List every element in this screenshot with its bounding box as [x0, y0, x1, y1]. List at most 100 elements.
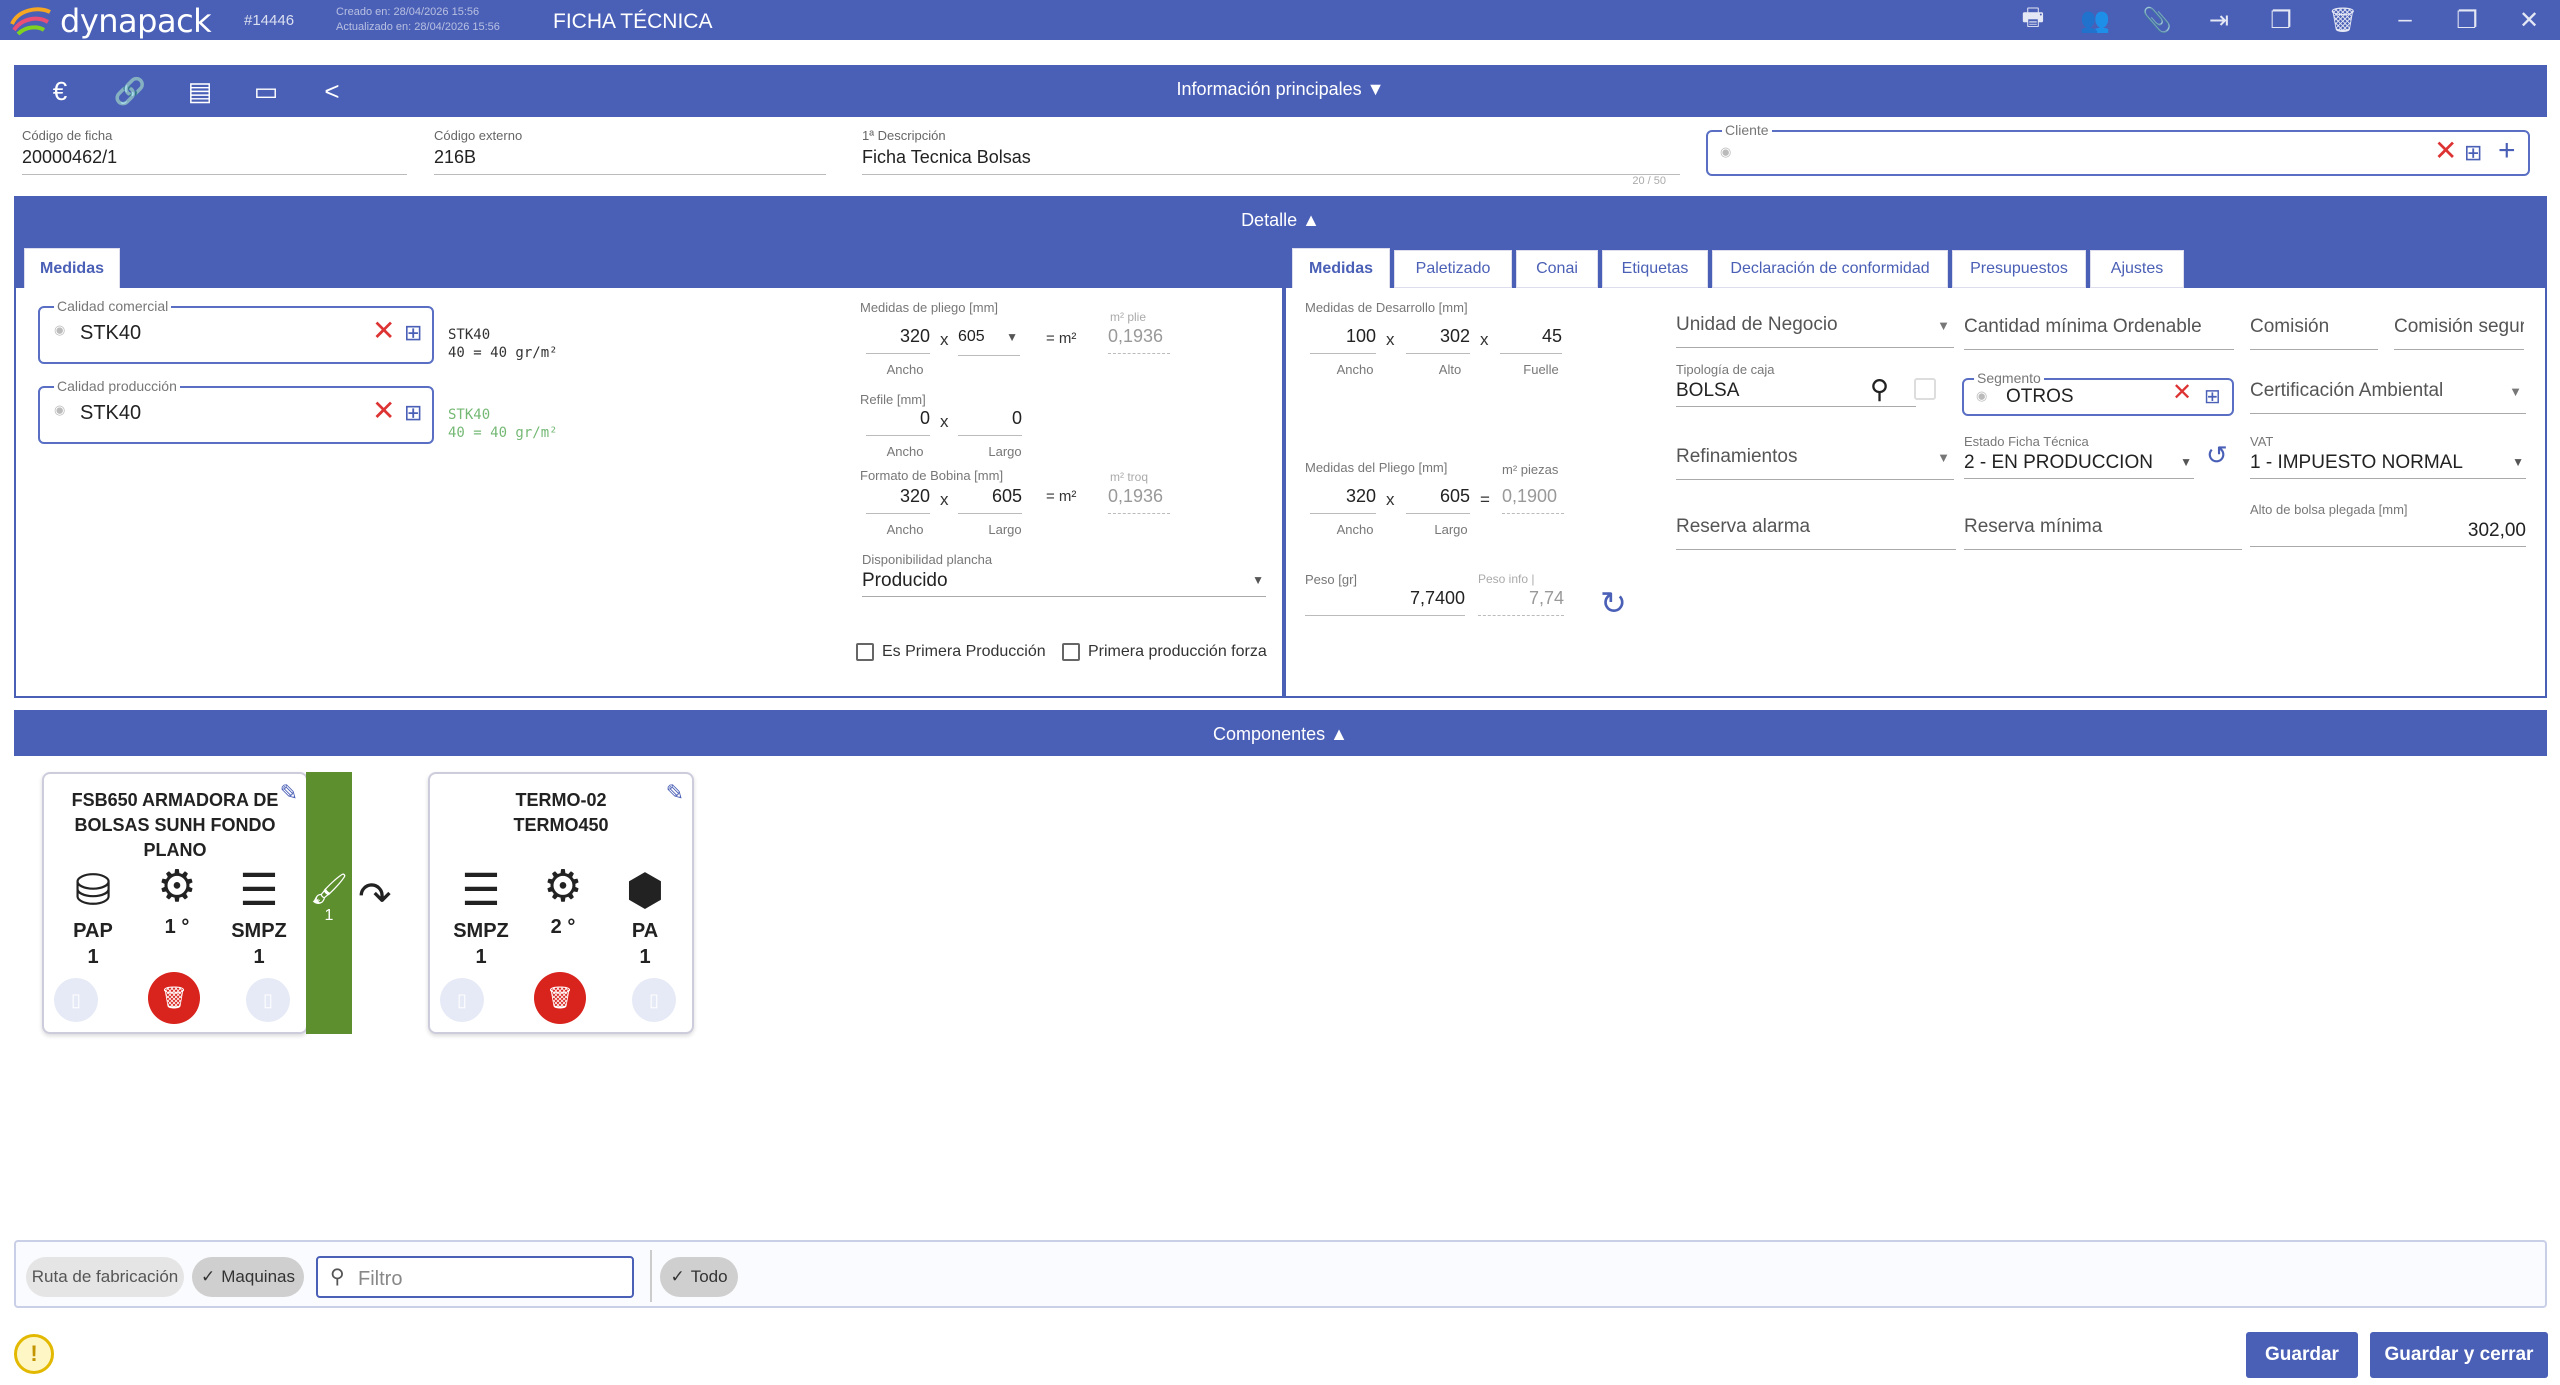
disponibilidad-select[interactable]: Producido ▼: [862, 567, 1266, 597]
add-cliente-icon[interactable]: +: [2498, 134, 2516, 168]
info-section-toggle[interactable]: Información principales ▼: [14, 79, 2547, 100]
eye-icon[interactable]: ◉: [54, 402, 65, 418]
print-icon[interactable]: 🖶: [2002, 0, 2064, 40]
pliego2-ancho-input[interactable]: 320: [1310, 486, 1376, 514]
tab-left-medidas[interactable]: Medidas: [24, 248, 120, 288]
calidad-comercial-value[interactable]: STK40: [80, 322, 141, 345]
copy-icon[interactable]: ❐: [2250, 0, 2312, 40]
checkbox-icon[interactable]: [1062, 643, 1080, 661]
pliego2-largo-input[interactable]: 605: [1406, 486, 1470, 514]
delete-component-button[interactable]: 🗑: [148, 972, 200, 1024]
bobina-ancho-input[interactable]: 320: [866, 486, 930, 514]
filter-input[interactable]: ⚲ Filtro: [316, 1256, 634, 1298]
segmento-field[interactable]: Segmento ◉ OTROS ✕ ⊞: [1962, 370, 2234, 416]
calidad-comercial-field[interactable]: Calidad comercial ◉ STK40 ✕ ⊞: [38, 298, 434, 364]
codigo-ficha-value[interactable]: 20000462/1: [22, 143, 407, 175]
document-icon[interactable]: ▯: [632, 978, 676, 1022]
cliente-field[interactable]: Cliente ◉ ✕ ⊞ +: [1706, 122, 2530, 176]
todo-chip[interactable]: ✓ Todo: [660, 1257, 738, 1297]
calidad-produccion-field[interactable]: Calidad producción ◉ STK40 ✕ ⊞: [38, 378, 434, 444]
checkbox-icon[interactable]: [856, 643, 874, 661]
refile-ancho-input[interactable]: 0: [866, 408, 930, 436]
clear-segmento-icon[interactable]: ✕: [2172, 378, 2192, 407]
calidad-produccion-value[interactable]: STK40: [80, 402, 141, 425]
unidad-negocio-select[interactable]: Unidad de Negocio ▼: [1676, 314, 1954, 348]
eye-icon[interactable]: ◉: [1720, 144, 1731, 160]
tab-medidas[interactable]: Medidas: [1292, 248, 1390, 288]
segmento-value[interactable]: OTROS: [2006, 386, 2074, 408]
close-icon[interactable]: ✕: [2498, 0, 2560, 40]
pliego-largo-select[interactable]: 605 ▼: [958, 328, 1020, 356]
tab-presupuestos[interactable]: Presupuestos: [1952, 250, 2086, 288]
vat-field[interactable]: VAT 1 - IMPUESTO NORMAL ▼: [2250, 434, 2526, 479]
eye-icon[interactable]: ◉: [54, 322, 65, 338]
component-card[interactable]: ✎ FSB650 ARMADORA DE BOLSAS SUNH FONDO P…: [42, 772, 308, 1034]
warning-icon[interactable]: !: [14, 1334, 54, 1374]
certificacion-select[interactable]: Certificación Ambiental ▼: [2250, 380, 2526, 414]
desarrollo-alto-input[interactable]: 302: [1406, 326, 1470, 354]
clear-calidad-produccion-icon[interactable]: ✕: [372, 394, 395, 427]
pliego-ancho-input[interactable]: 320: [866, 326, 930, 354]
restore-icon[interactable]: ❐: [2436, 0, 2498, 40]
detalle-section-toggle[interactable]: Detalle ▲: [16, 210, 2545, 231]
desarrollo-ancho-input[interactable]: 100: [1310, 326, 1376, 354]
tab-ajustes[interactable]: Ajustes: [2090, 250, 2184, 288]
estado-field[interactable]: Estado Ficha Técnica 2 - EN PRODUCCION ▼: [1964, 434, 2194, 479]
desarrollo-fuelle-input[interactable]: 45: [1500, 326, 1562, 354]
codigo-externo-field[interactable]: Código externo 216B: [434, 128, 826, 175]
comision-input[interactable]: Comisión: [2250, 316, 2378, 350]
clear-cliente-icon[interactable]: ✕: [2434, 134, 2457, 167]
lookup-table-icon[interactable]: ⊞: [404, 400, 422, 426]
disponibilidad-field[interactable]: Disponibilidad plancha Producido ▼: [862, 552, 1266, 597]
attachment-info-icon[interactable]: 📎: [2126, 0, 2188, 40]
history-icon[interactable]: ↺: [2206, 440, 2228, 471]
peso-input[interactable]: 7,7400: [1305, 588, 1465, 616]
ruta-fabricacion-chip[interactable]: Ruta de fabricación: [26, 1257, 184, 1297]
codigo-ficha-field[interactable]: Código de ficha 20000462/1: [22, 128, 407, 175]
codigo-externo-value[interactable]: 216B: [434, 143, 826, 175]
tab-declaracion[interactable]: Declaración de conformidad: [1712, 250, 1948, 288]
maquinas-chip[interactable]: ✓ Maquinas: [192, 1257, 304, 1297]
primera-forzada-checkbox[interactable]: Primera producción forza: [1062, 643, 1267, 661]
tab-etiquetas[interactable]: Etiquetas: [1602, 250, 1708, 288]
tab-paletizado[interactable]: Paletizado: [1394, 250, 1512, 288]
clipboard-icon[interactable]: [1914, 378, 1936, 400]
trash-icon[interactable]: 🗑: [2312, 0, 2374, 40]
component-strip[interactable]: 🖌 1: [306, 772, 352, 1034]
minimize-icon[interactable]: –: [2374, 0, 2436, 40]
alto-bolsa-value[interactable]: 302,00: [2250, 517, 2526, 547]
lookup-table-icon[interactable]: ⊞: [404, 320, 422, 346]
component-output-label: SMPZ: [231, 920, 287, 942]
delete-component-button[interactable]: 🗑: [534, 972, 586, 1024]
attach-file-icon[interactable]: ▯: [440, 978, 484, 1022]
refinamientos-select[interactable]: Refinamientos ▼: [1676, 446, 1954, 480]
cantidad-minima-input[interactable]: Cantidad mínima Ordenable: [1964, 316, 2234, 350]
componentes-section-toggle[interactable]: Componentes ▲: [14, 724, 2547, 745]
descripcion-field[interactable]: 1ª Descripción Ficha Tecnica Bolsas 20 /…: [862, 128, 1680, 187]
search-icon[interactable]: ⚲: [1870, 374, 1889, 405]
comision-seguro-input[interactable]: Comisión segur: [2394, 316, 2524, 350]
guardar-cerrar-button[interactable]: Guardar y cerrar: [2370, 1332, 2548, 1378]
primera-produccion-checkbox[interactable]: Es Primera Producción: [856, 643, 1046, 661]
descripcion-value[interactable]: Ficha Tecnica Bolsas: [862, 143, 1680, 175]
bobina-largo-input[interactable]: 605: [958, 486, 1022, 514]
export-icon[interactable]: ⇥: [2188, 0, 2250, 40]
guardar-button[interactable]: Guardar: [2246, 1332, 2358, 1378]
refile-largo-input[interactable]: 0: [958, 408, 1022, 436]
tab-conai[interactable]: Conai: [1516, 250, 1598, 288]
reserva-alarma-input[interactable]: Reserva alarma: [1676, 516, 1956, 550]
attach-file-icon[interactable]: ▯: [54, 978, 98, 1022]
clear-calidad-comercial-icon[interactable]: ✕: [372, 314, 395, 347]
document-icon[interactable]: ▯: [246, 978, 290, 1022]
lookup-table-icon[interactable]: ⊞: [2204, 384, 2221, 409]
component-card[interactable]: ✎ TERMO-02 TERMO450 ☰ SMPZ 1 ⚙ 2 ° ⬢ PA …: [428, 772, 694, 1034]
lookup-table-icon[interactable]: ⊞: [2464, 140, 2482, 166]
component-output-count: 1: [639, 946, 651, 968]
eye-icon[interactable]: ◉: [1976, 388, 1987, 404]
alto-bolsa-field[interactable]: Alto de bolsa plegada [mm] 302,00: [2250, 502, 2526, 547]
reserva-minima-input[interactable]: Reserva mínima: [1964, 516, 2242, 550]
vat-select[interactable]: 1 - IMPUESTO NORMAL ▼: [2250, 449, 2526, 479]
estado-select[interactable]: 2 - EN PRODUCCION ▼: [1964, 449, 2194, 479]
users-info-icon[interactable]: 👥: [2064, 0, 2126, 40]
refresh-icon[interactable]: ↻: [1600, 584, 1627, 622]
